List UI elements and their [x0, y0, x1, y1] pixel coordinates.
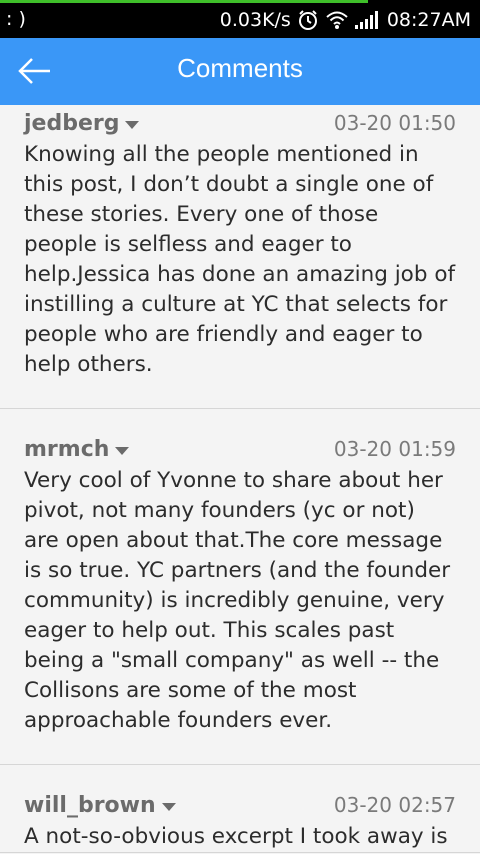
- comment-text: A not-so-obvious excerpt I took away is: [24, 824, 448, 849]
- comment-timestamp: 03-20 01:50: [333, 111, 456, 135]
- clock-time: 08:27AM: [386, 9, 471, 31]
- status-progress-bar: [0, 0, 368, 3]
- chevron-down-icon[interactable]: [161, 802, 176, 811]
- comment-author[interactable]: mrmch: [24, 437, 130, 462]
- author-name: jedberg: [24, 111, 120, 136]
- page-title: Comments: [177, 53, 303, 83]
- status-right-group: 0.03K/s 08:27AM: [220, 9, 471, 31]
- comment-header: jedberg 03-20 01:50: [24, 111, 456, 136]
- network-speed: 0.03K/s: [219, 9, 291, 31]
- comment-author[interactable]: will_brown: [24, 793, 176, 818]
- status-bar: : ) 0.03K/s 08:27AM: [0, 0, 480, 38]
- comment-item[interactable]: will_brown 03-20 02:57 A not-so-obvious …: [0, 765, 480, 853]
- chevron-down-icon[interactable]: [125, 120, 140, 129]
- author-name: mrmch: [24, 437, 110, 462]
- status-emoticon: : ): [6, 8, 26, 30]
- comment-item[interactable]: mrmch 03-20 01:59 Very cool of Yvonne to…: [0, 409, 480, 765]
- comment-list[interactable]: jedberg 03-20 01:50 Knowing all the peop…: [0, 105, 480, 853]
- chevron-down-icon[interactable]: [115, 446, 130, 455]
- alarm-icon: [297, 9, 319, 31]
- comment-item[interactable]: jedberg 03-20 01:50 Knowing all the peop…: [0, 105, 480, 409]
- app-bar: Comments: [0, 38, 480, 105]
- comment-author[interactable]: jedberg: [24, 111, 140, 136]
- comment-text: Knowing all the people mentioned in this…: [24, 142, 456, 377]
- comment-text: Very cool of Yvonne to share about her p…: [24, 468, 451, 733]
- comment-timestamp: 03-20 02:57: [333, 793, 456, 817]
- comment-header: will_brown 03-20 02:57: [24, 793, 456, 818]
- author-name: will_brown: [24, 793, 156, 818]
- wifi-icon: [325, 10, 349, 30]
- comment-timestamp: 03-20 01:59: [333, 437, 456, 461]
- comment-header: mrmch 03-20 01:59: [24, 437, 456, 462]
- signal-icon: [354, 11, 381, 29]
